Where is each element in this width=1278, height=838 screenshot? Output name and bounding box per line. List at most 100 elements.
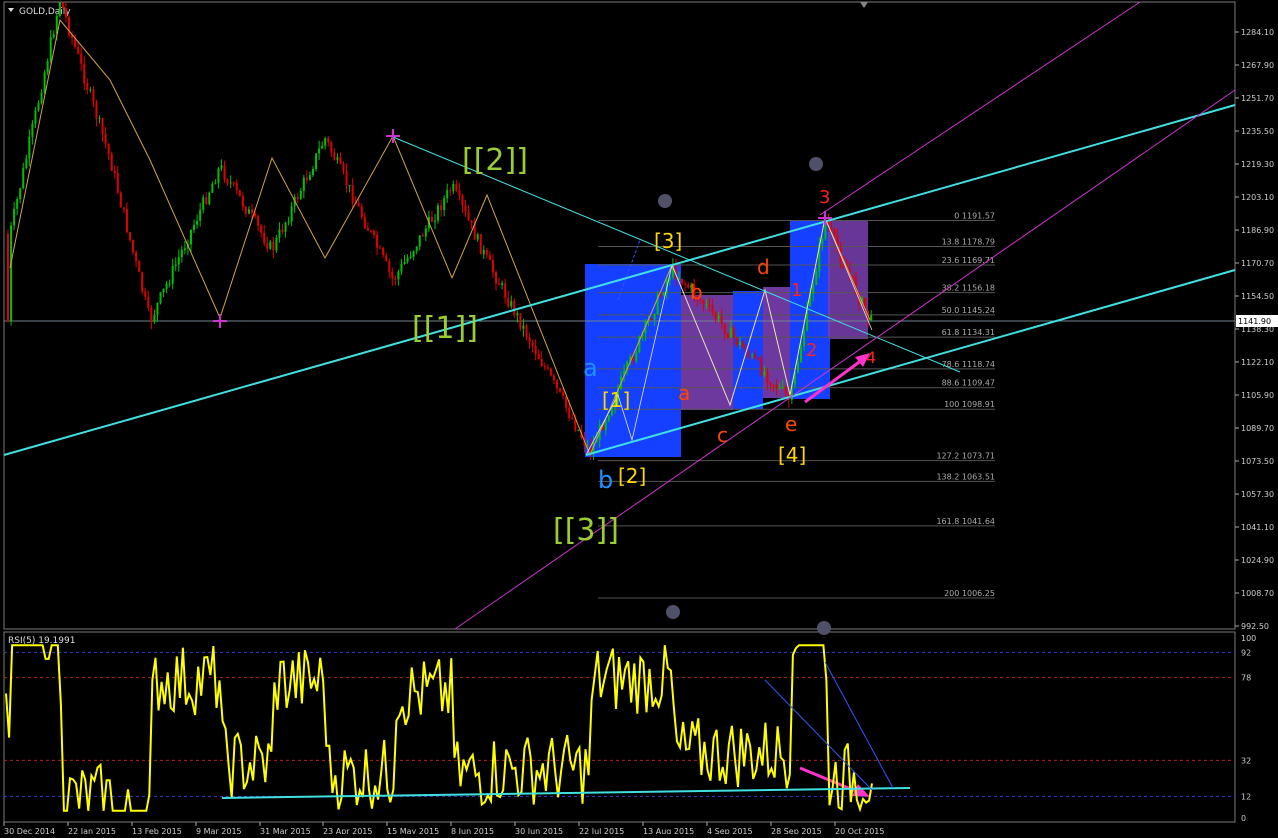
candle-body [135, 252, 138, 262]
current-price-label: 1141.90 [1238, 317, 1271, 326]
candle-body [95, 101, 98, 119]
candle-body [607, 415, 610, 421]
candle-body [168, 283, 171, 285]
candle-body [58, 2, 61, 17]
price-tick-label: 1154.50 [1241, 292, 1274, 301]
candle-body [220, 165, 223, 169]
candle-body [205, 197, 208, 204]
candle-body [418, 235, 421, 247]
candle-body [263, 232, 266, 244]
wave-label-1-red: 1 [791, 280, 802, 301]
candle-body [330, 142, 333, 153]
candle-body [180, 249, 183, 258]
candle-body [751, 354, 754, 356]
gold-daily-chart[interactable]: GOLD,Daily 0 1191.57 13.8 1178.79 23.6 116… [0, 0, 1278, 836]
candle-body [10, 225, 13, 322]
candle-body [345, 171, 348, 186]
date-tick-label: 13 Aug 2015 [643, 827, 694, 834]
candle-body [543, 366, 546, 368]
wave-label-3-red: 3 [819, 187, 830, 208]
candle-body [742, 341, 745, 349]
candle-body [43, 72, 46, 93]
candle-body [772, 384, 775, 386]
fib-level-label: 88.6 1109.47 [942, 379, 995, 388]
candle-body [302, 177, 305, 191]
candle-body [635, 352, 638, 361]
candle-body [308, 175, 311, 180]
candle-body [400, 263, 403, 272]
candle-body [202, 197, 205, 210]
candle-body [278, 229, 281, 238]
candle-body [360, 206, 363, 218]
fib-level-label: 50.0 1145.24 [942, 306, 995, 315]
candle-body [196, 220, 199, 225]
candle-body [77, 46, 80, 54]
price-tick-label: 1186.90 [1241, 226, 1274, 235]
candle-body [440, 205, 443, 211]
candle-body [424, 228, 427, 237]
candle-body [376, 234, 379, 248]
candle-body [501, 283, 504, 286]
candle-body [546, 367, 549, 369]
candle-body [312, 168, 314, 176]
candle-body [98, 118, 101, 120]
price-tick-label: 1041.10 [1241, 523, 1274, 532]
candle-body [513, 300, 516, 316]
candle-body [467, 211, 470, 221]
candle-body [525, 325, 528, 338]
rsi-tick-label: 32 [1241, 756, 1251, 765]
candle-body [305, 177, 308, 180]
rsi-tick-label: 0 [1241, 814, 1246, 823]
candle-body [269, 241, 272, 249]
candle-body [80, 53, 83, 64]
candle-body [568, 407, 571, 418]
candle-body [604, 420, 607, 431]
candle-body [760, 358, 763, 376]
price-tick-label: 1267.90 [1241, 61, 1274, 70]
candle-body [495, 272, 497, 284]
candle-body [89, 89, 92, 91]
candle-body [223, 165, 226, 180]
candle-body [342, 163, 345, 172]
candle-body [519, 313, 522, 329]
fib-level-label: 23.6 1169.71 [942, 256, 995, 265]
candle-body [281, 229, 284, 233]
candle-body [821, 238, 824, 245]
candle-body [491, 260, 494, 273]
candle-body [540, 359, 543, 367]
candle-body [778, 387, 781, 389]
date-tick-label: 9 Mar 2015 [196, 827, 242, 834]
candle-body [800, 346, 802, 363]
chart-canvas[interactable]: GOLD,Daily 0 1191.57 13.8 1178.79 23.6 116… [0, 0, 1278, 836]
candle-body [229, 182, 232, 184]
candle-body [516, 313, 519, 316]
candle-body [159, 292, 162, 304]
candle-body [705, 304, 708, 306]
fib-level-label: 161.8 1041.64 [936, 517, 995, 526]
candle-body [132, 239, 135, 253]
candle-body [385, 255, 388, 262]
date-tick-label: 8 Jun 2015 [451, 827, 494, 834]
candle-body [321, 145, 324, 149]
candle-body [363, 217, 366, 228]
candle-body [339, 157, 342, 164]
candle-body [757, 358, 760, 360]
candle-body [299, 190, 302, 200]
candle-body [446, 190, 449, 199]
candle-body [214, 183, 217, 185]
candle-body [784, 387, 787, 395]
candle-body [40, 92, 43, 103]
date-tick-label: 20 Oct 2015 [835, 827, 884, 834]
candle-body [464, 205, 467, 212]
candle-body [171, 265, 174, 284]
candle-body [476, 234, 479, 240]
candle-body [165, 283, 168, 289]
candle-body [13, 208, 16, 226]
candle-body [443, 198, 446, 211]
candle-body [104, 134, 107, 144]
candle-body [238, 190, 241, 197]
candle-body [382, 247, 385, 256]
price-tick-label: 1008.70 [1241, 589, 1274, 598]
candle-body [61, 2, 64, 9]
candle-body [528, 337, 531, 343]
